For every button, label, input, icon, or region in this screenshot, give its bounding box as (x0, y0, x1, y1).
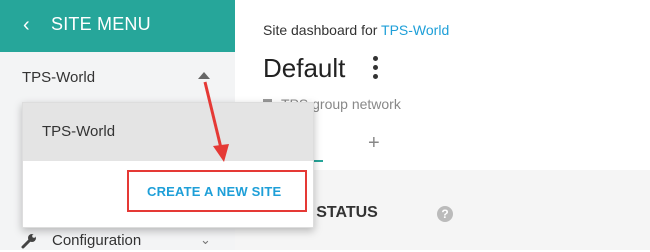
create-new-site-button[interactable]: CREATE A NEW SITE (127, 170, 307, 212)
caret-up-icon[interactable] (198, 72, 210, 79)
dropdown-item-label: TPS-World (42, 123, 116, 140)
add-tab-icon[interactable]: + (368, 132, 380, 155)
site-menu-header[interactable]: ‹ SITE MENU (0, 0, 235, 52)
help-icon[interactable]: ? (437, 206, 453, 222)
dashboard-tabs: t + (263, 130, 650, 162)
chevron-left-icon[interactable]: ‹ (23, 13, 30, 37)
dropdown-item-site[interactable]: TPS-World (23, 103, 313, 161)
wrench-icon (21, 234, 36, 249)
sidebar-item-configuration[interactable]: Configuration ⌄ (20, 230, 220, 252)
site-menu-title: SITE MENU (51, 14, 151, 34)
chevron-down-icon[interactable]: ⌄ (200, 232, 211, 248)
site-selector[interactable]: TPS-World (22, 66, 222, 90)
more-options-icon[interactable] (373, 56, 379, 82)
sidebar-item-label: Configuration (52, 232, 142, 249)
site-selector-label: TPS-World (22, 69, 96, 86)
site-link[interactable]: TPS-World (381, 22, 449, 38)
create-new-site-label: CREATE A NEW SITE (147, 184, 282, 199)
page-title: Default (263, 53, 346, 83)
subtitle-prefix: Site dashboard for (263, 22, 378, 38)
page-subtitle: Site dashboard for TPS-World (263, 22, 449, 38)
